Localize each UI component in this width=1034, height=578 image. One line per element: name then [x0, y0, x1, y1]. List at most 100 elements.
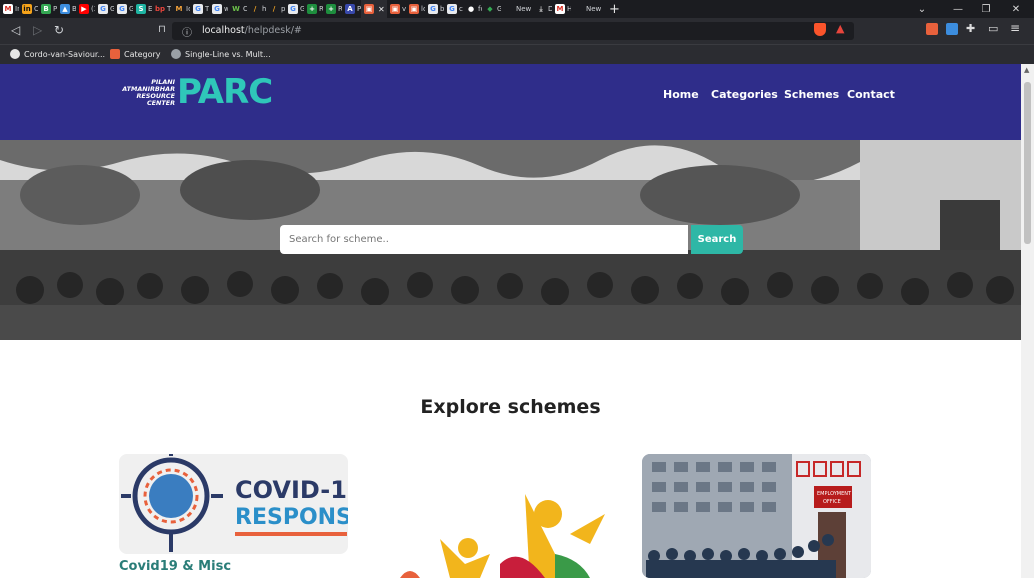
site-info-icon[interactable]: ⓘ — [182, 24, 192, 39]
browser-tab[interactable]: APi — [342, 0, 361, 18]
scroll-up-icon[interactable]: ▲ — [1024, 66, 1029, 74]
scrollbar-thumb[interactable] — [1024, 82, 1031, 244]
url-path: /helpdesk/# — [244, 25, 302, 36]
browser-tab-active[interactable]: ▣ ✕ — [361, 0, 387, 18]
new-tab-button[interactable]: + — [609, 2, 620, 17]
bookmark-item[interactable]: Single-Line vs. Mult... — [171, 49, 271, 59]
globe-icon — [171, 49, 181, 59]
reload-icon[interactable]: ↻ — [54, 23, 64, 37]
nav-schemes[interactable]: Schemes — [784, 88, 839, 101]
tab-favicon-icon: bp — [154, 4, 166, 14]
minimize-button[interactable]: — — [944, 0, 972, 18]
covid-image-line2: RESPONSE — [235, 505, 348, 530]
tab-favicon-icon: ⤓ — [536, 4, 546, 14]
browser-tab[interactable]: ▲Ba — [57, 0, 76, 18]
logo-subtitle[interactable]: PILANI ATMANIRBHAR RESOURCE CENTER — [115, 79, 175, 107]
bookmark-label: Single-Line vs. Mult... — [185, 49, 271, 59]
browser-tab[interactable]: MIo — [171, 0, 190, 18]
url-text[interactable]: localhost/helpdesk/# — [202, 25, 302, 36]
browser-tab[interactable]: New T — [501, 0, 533, 18]
bookmark-page-icon[interactable]: ⊓ — [158, 24, 166, 35]
tab-favicon-icon: ▣ — [409, 4, 419, 14]
tab-favicon-icon: in — [22, 4, 32, 14]
bookmark-label: Cordo-van-Saviour... — [24, 49, 106, 59]
tab-favicon-icon: ▶ — [79, 4, 89, 14]
browser-tab[interactable]: GGi — [114, 0, 133, 18]
employment-sign-line2: OFFICE — [823, 499, 841, 505]
scheme-card-children[interactable] — [380, 454, 609, 578]
browser-tab[interactable]: MH — [552, 0, 571, 18]
tab-title: New T — [586, 5, 603, 13]
address-bar[interactable]: ⓘ localhost/helpdesk/# — [172, 22, 854, 40]
browser-tab[interactable]: SEa — [133, 0, 152, 18]
browser-tab[interactable]: /pl — [266, 0, 285, 18]
extensions-puzzle-icon[interactable]: ✚ — [966, 22, 975, 35]
logo-wordmark[interactable]: PARC — [177, 72, 273, 112]
browser-tab[interactable]: BPa — [38, 0, 57, 18]
browser-tab[interactable]: /hi — [247, 0, 266, 18]
scheme-card-covid[interactable]: COVID-19 RESPONSE — [119, 454, 348, 554]
employment-sign-line1: EMPLOYMENT — [817, 491, 852, 497]
browser-tab[interactable]: MIn — [0, 0, 19, 18]
page-scrollbar[interactable]: ▲ — [1021, 64, 1034, 578]
tab-favicon-icon: G — [193, 4, 203, 14]
nav-home[interactable]: Home — [663, 88, 699, 101]
browser-tab[interactable]: New T — [571, 0, 603, 18]
browser-tab[interactable]: ▣vi — [387, 0, 406, 18]
browser-tab[interactable]: ◆Gi — [482, 0, 501, 18]
tab-favicon-icon: S — [136, 4, 146, 14]
forward-icon[interactable]: ▷ — [33, 23, 42, 37]
browser-tab-strip: MIninCrBPa▲Ba▶(3GGiGGiSEabpTlMIoGTlGwiWC… — [0, 0, 1034, 18]
restore-button[interactable]: ❐ — [972, 0, 1000, 18]
extension-blue-icon[interactable] — [946, 23, 958, 35]
browser-tab[interactable]: Gcc — [444, 0, 463, 18]
browser-tab[interactable]: GGi — [285, 0, 304, 18]
github-icon — [10, 49, 20, 59]
close-window-button[interactable]: ✕ — [1002, 0, 1030, 18]
tab-favicon-icon: / — [250, 4, 260, 14]
menu-icon[interactable]: ≡ — [1010, 21, 1020, 35]
back-icon[interactable]: ◁ — [11, 23, 20, 37]
extension-parc-icon[interactable] — [926, 23, 938, 35]
browser-tab[interactable]: +Ri — [304, 0, 323, 18]
bookmark-item[interactable]: Category — [110, 49, 161, 59]
browser-tab[interactable]: ▣lo — [406, 0, 425, 18]
tab-favicon-icon — [504, 4, 514, 14]
tab-favicon-icon: W — [231, 4, 241, 14]
close-tab-icon[interactable]: ✕ — [378, 5, 385, 14]
hero-banner: Search — [0, 140, 1021, 340]
parc-icon — [110, 49, 120, 59]
tab-favicon-icon: M — [174, 4, 184, 14]
browser-tab[interactable]: ⤓Di — [533, 0, 552, 18]
tab-favicon-icon: ● — [466, 4, 476, 14]
covid-response-image: COVID-19 RESPONSE — [121, 454, 348, 552]
tab-favicon-icon: M — [3, 4, 13, 14]
browser-tab[interactable]: ●fc — [463, 0, 482, 18]
scheme-card-employment[interactable]: EMPLOYMENT OFFICE — [642, 454, 871, 578]
browser-tab[interactable]: GGi — [95, 0, 114, 18]
browser-tab[interactable]: Gbi — [425, 0, 444, 18]
search-button[interactable]: Search — [691, 225, 743, 254]
section-title: Explore schemes — [420, 396, 601, 418]
tab-search-dropdown-icon[interactable]: ⌄ — [908, 0, 936, 18]
browser-tab[interactable]: GTl — [190, 0, 209, 18]
brave-shield-icon[interactable] — [814, 23, 826, 36]
brave-rewards-icon[interactable]: ▲ — [836, 22, 844, 35]
logo-line: CENTER — [146, 99, 175, 107]
nav-categories[interactable]: Categories — [711, 88, 778, 101]
browser-tab[interactable]: WC! — [228, 0, 247, 18]
bookmark-item[interactable]: Cordo-van-Saviour... — [10, 49, 105, 59]
browser-tab[interactable]: Gwi — [209, 0, 228, 18]
tab-favicon-icon: ▲ — [60, 4, 70, 14]
browser-tab[interactable]: inCr — [19, 0, 38, 18]
browser-tab[interactable]: ▶(3 — [76, 0, 95, 18]
tab-favicon-icon: + — [307, 4, 317, 14]
bookmarks-bar: Cordo-van-Saviour... Category Single-Lin… — [0, 44, 1034, 64]
sidebar-icon[interactable]: ▭ — [988, 22, 998, 35]
nav-contact[interactable]: Contact — [847, 88, 895, 101]
browser-tab[interactable]: +Ri — [323, 0, 342, 18]
tab-favicon-icon: ◆ — [485, 4, 495, 14]
search-input[interactable] — [280, 225, 688, 254]
scheme-card-title[interactable]: Covid19 & Misc — [119, 559, 231, 574]
browser-tab[interactable]: bpTl — [152, 0, 171, 18]
